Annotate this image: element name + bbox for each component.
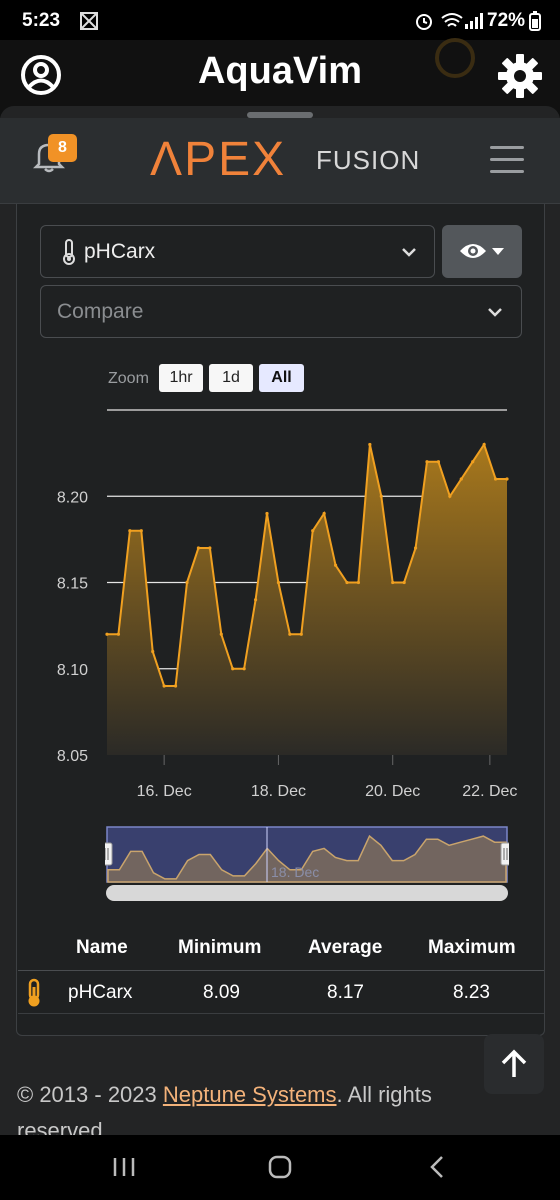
zoom-all-button[interactable]: All: [259, 364, 304, 392]
probe-select[interactable]: pHCarx: [40, 225, 435, 278]
table-divider: [18, 1013, 544, 1014]
navigator-label: 18. Dec: [271, 864, 319, 880]
data-point: [116, 632, 121, 636]
status-time: 5:23: [22, 10, 61, 31]
arrow-up-icon: [501, 1049, 527, 1077]
data-point: [356, 580, 361, 585]
hamburger-menu-icon[interactable]: [490, 146, 524, 173]
decorative-ring-icon: [435, 38, 475, 78]
neptune-systems-link[interactable]: Neptune Systems: [163, 1082, 337, 1107]
chevron-down-icon: [402, 248, 416, 257]
data-point: [493, 477, 498, 481]
battery-icon: [529, 11, 541, 31]
notification-badge: 8: [48, 134, 77, 162]
data-point: [253, 598, 258, 602]
scroll-to-top-button[interactable]: [484, 1034, 544, 1094]
chart-area-fill: [107, 444, 507, 755]
data-point: [196, 546, 201, 550]
data-point: [471, 460, 475, 464]
navigator-scrollbar[interactable]: [106, 885, 508, 901]
y-tick-label: 8.15: [57, 576, 88, 593]
data-point: [448, 494, 452, 498]
fusion-logo: FUSION: [316, 145, 421, 175]
col-header-average: Average: [308, 937, 383, 958]
x-tick-label: 18. Dec: [251, 783, 306, 800]
data-point: [242, 667, 246, 671]
data-point: [219, 632, 223, 636]
data-point: [482, 442, 486, 447]
data-point: [139, 529, 143, 533]
zoom-1hr-button[interactable]: 1hr: [159, 364, 203, 392]
x-tick-label: 16. Dec: [137, 783, 192, 800]
thermometer-icon: [28, 978, 40, 1007]
y-tick-label: 8.20: [57, 489, 88, 506]
col-header-maximum: Maximum: [428, 937, 516, 958]
data-point: [379, 494, 383, 498]
thermometer-icon: [63, 239, 75, 265]
apex-logo: ΛPEX: [150, 133, 287, 186]
y-tick-label: 8.05: [57, 748, 88, 765]
compare-placeholder: Compare: [57, 300, 144, 323]
data-point: [185, 580, 189, 585]
data-point: [368, 442, 372, 447]
app-header: AquaVim: [0, 38, 560, 110]
probe-select-value: pHCarx: [84, 240, 156, 263]
chart-navigator[interactable]: 18. Dec: [105, 826, 509, 884]
y-tick-label: 8.10: [57, 662, 88, 679]
data-point: [276, 580, 281, 585]
navigator-left-handle[interactable]: [105, 842, 113, 866]
data-point: [265, 511, 269, 516]
notification-muted-icon: [80, 12, 98, 30]
data-point: [391, 580, 395, 585]
row-name: pHCarx: [68, 982, 133, 1003]
compare-select[interactable]: Compare: [40, 285, 522, 338]
data-point: [299, 632, 303, 636]
system-nav-bar: [0, 1135, 560, 1200]
col-header-minimum: Minimum: [178, 937, 262, 958]
col-header-name: Name: [76, 937, 128, 958]
data-point: [459, 477, 463, 481]
eye-icon: [460, 244, 486, 258]
battery-percent: 72%: [487, 10, 526, 31]
apex-navbar: 8 ΛPEX FUSION: [0, 118, 560, 204]
caret-down-icon: [492, 248, 504, 255]
data-point: [151, 649, 155, 654]
data-point: [105, 632, 109, 636]
data-point: [345, 580, 349, 585]
chevron-down-icon: [488, 308, 502, 317]
data-point: [128, 529, 132, 533]
data-point: [436, 460, 441, 464]
back-icon[interactable]: [428, 1155, 446, 1179]
x-tick-label: 20. Dec: [365, 783, 420, 800]
recent-apps-icon[interactable]: [112, 1155, 136, 1179]
visibility-toggle-button[interactable]: [442, 225, 522, 278]
data-point: [505, 477, 509, 481]
data-point: [162, 684, 166, 688]
footer-copyright: © 2013 - 2023: [17, 1082, 163, 1107]
zoom-label: Zoom: [108, 370, 149, 387]
row-maximum: 8.23: [453, 982, 490, 1003]
navigator-right-handle[interactable]: [500, 842, 509, 866]
data-point: [288, 632, 292, 636]
data-point: [173, 684, 178, 688]
settings-gear-icon[interactable]: [497, 53, 543, 99]
ph-chart: 8.20 8.15 8.10 8.05 16. Dec 18. Dec 20. Dec 22…: [57, 409, 517, 800]
data-point: [208, 546, 212, 550]
row-minimum: 8.09: [203, 982, 240, 1003]
data-point: [333, 563, 338, 567]
x-tick-label: 22. Dec: [462, 783, 517, 800]
data-point: [322, 511, 326, 516]
data-point: [311, 529, 315, 533]
data-point: [402, 580, 406, 585]
data-point: [425, 460, 429, 464]
data-point: [231, 667, 235, 671]
row-average: 8.17: [327, 982, 364, 1003]
data-point: [413, 546, 418, 550]
zoom-1d-button[interactable]: 1d: [209, 364, 253, 392]
table-divider: [18, 970, 544, 971]
home-icon[interactable]: [268, 1155, 292, 1179]
